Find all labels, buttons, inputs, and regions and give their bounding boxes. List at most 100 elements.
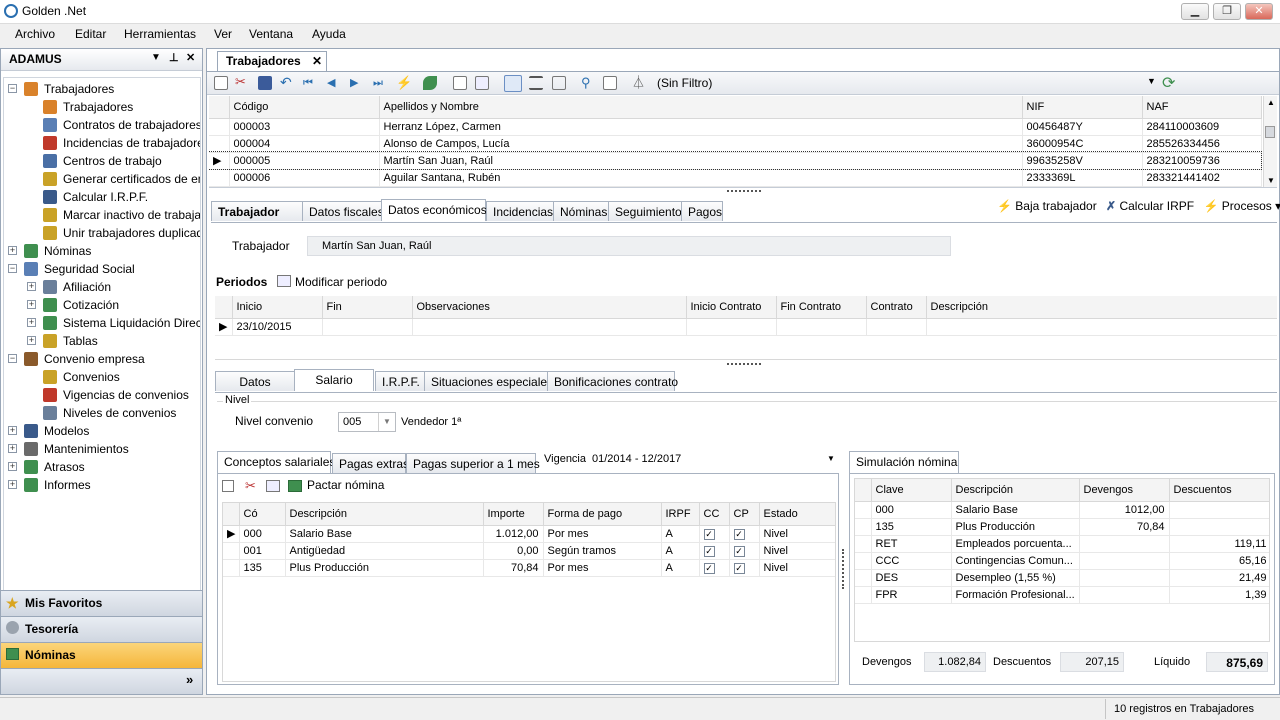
tab-simulacion-nomina[interactable]: Simulación nómina [849,451,959,473]
cell-importe[interactable]: 70,84 [483,559,544,577]
cell-descripcion[interactable] [926,318,1277,336]
column-header-cp[interactable]: CP [729,503,760,526]
cell-nombre[interactable]: Martín San Juan, Raúl [379,152,1023,170]
tab-datos-economicos[interactable]: Datos económicos [381,199,487,221]
table-row[interactable]: 001 Antigüedad 0,00 Según tramos A ✓ ✓ Nivel [223,542,835,560]
cut-icon[interactable]: ✂ [245,478,256,494]
column-header-descuentos[interactable]: Descuentos [1169,479,1269,502]
cell-descripcion[interactable]: Desempleo (1,55 %) [951,569,1080,587]
tree-item[interactable]: Marcar inactivo de trabajado [4,206,200,224]
undo-icon[interactable]: ↶ [280,75,294,90]
tab-pagos[interactable]: Pagos [681,201,723,221]
column-header-descripcion[interactable]: Descripción [951,479,1080,502]
cell-descuentos[interactable]: 21,49 [1169,569,1269,587]
tree-item[interactable]: + Tablas [4,332,200,350]
tree-item[interactable]: Unir trabajadores duplicados [4,224,200,242]
table-row[interactable]: 000 Salario Base 1012,00 [855,501,1269,519]
column-header-inicio-contrato[interactable]: Inicio Contrato [686,296,777,319]
cell-irpf[interactable]: A [661,525,700,543]
table-row[interactable]: CCC Contingencias Comun... 65,16 [855,552,1269,570]
column-header-nif[interactable]: NIF [1022,96,1143,119]
cell-descripcion[interactable]: Antigüedad [285,542,484,560]
table-row[interactable]: RET Empleados porcuenta... 119,11 [855,535,1269,553]
nav-mis-favoritos[interactable]: ★ Mis Favoritos [1,590,202,616]
print-preview-icon[interactable] [453,76,467,90]
tree-item[interactable]: Calcular I.R.P.F. [4,188,200,206]
cp-checkbox[interactable]: ✓ [733,528,745,540]
scroll-down-icon[interactable]: ▼ [1267,176,1275,185]
previous-record-icon[interactable]: ◀ [327,76,341,90]
tree-item[interactable]: Convenios [4,368,200,386]
tree-item[interactable]: Niveles de convenios [4,404,200,422]
filter-options-icon[interactable] [603,76,617,90]
search-icon[interactable]: ⚲ [581,76,595,90]
pactar-nomina-button[interactable]: Pactar nómina [307,478,384,492]
chevron-down-icon[interactable]: ▼ [151,52,161,63]
cell-forma-pago[interactable]: Por mes [543,559,662,577]
tab-pagas-superior[interactable]: Pagas superior a 1 mes [406,453,540,473]
save-icon[interactable] [258,76,272,90]
expand-icon[interactable]: + [8,246,17,255]
cell-irpf[interactable]: A [661,542,700,560]
cell-descripcion[interactable]: Salario Base [285,525,484,543]
procesos-menu-button[interactable]: Procesos ▾ [1222,199,1280,213]
tree-item[interactable]: Incidencias de trabajadores [4,134,200,152]
column-header-inicio[interactable]: Inicio [232,296,323,319]
tree-item[interactable]: Centros de trabajo [4,152,200,170]
column-header-irpf[interactable]: IRPF [661,503,700,526]
cell-nif[interactable]: 36000954C [1022,135,1143,153]
table-row[interactable]: 135 Plus Producción 70,84 [855,518,1269,536]
new-concept-icon[interactable] [222,480,234,492]
last-record-icon[interactable]: ⏭ [373,76,387,90]
scroll-up-icon[interactable]: ▲ [1267,98,1275,107]
cell-naf[interactable]: 285526334456 [1142,135,1262,153]
tree-item[interactable]: − Convenio empresa [4,350,200,368]
table-row[interactable]: ▶ 23/10/2015 [215,318,1277,336]
tab-conceptos-salariales[interactable]: Conceptos salariales [217,451,335,473]
tab-nominas[interactable]: Nóminas [553,201,609,221]
cell-codigo[interactable]: 000005 [229,152,380,170]
table-row[interactable]: 000006 Aguilar Santana, Rubén 2333369L 2833… [209,169,1262,187]
tree-item[interactable]: Trabajadores [4,98,200,116]
cell-importe[interactable]: 0,00 [483,542,544,560]
tree-item[interactable]: − Seguridad Social [4,260,200,278]
nav-nominas[interactable]: Nóminas [1,642,202,668]
tab-incidencias[interactable]: Incidencias [486,201,554,221]
copy-icon[interactable] [475,76,489,90]
column-header-importe[interactable]: Importe [483,503,544,526]
column-header-devengos[interactable]: Devengos [1079,479,1170,502]
column-header-descripcion[interactable]: Descripción [285,503,484,526]
tree-item[interactable]: + Nóminas [4,242,200,260]
menu-editar[interactable]: Editar [75,27,106,41]
menu-herramientas[interactable]: Herramientas [124,27,196,41]
tab-pagas-extras[interactable]: Pagas extras [332,453,409,473]
cell-forma-pago[interactable]: Por mes [543,525,662,543]
cell-devengos[interactable]: 1012,00 [1079,501,1170,519]
expand-icon[interactable]: + [8,462,17,471]
cell-nombre[interactable]: Herranz López, Carmen [379,118,1023,136]
cc-checkbox[interactable]: ✓ [703,545,715,557]
nav-tesoreria[interactable]: Tesorería [1,616,202,642]
cell-estado[interactable]: Nivel [759,525,835,543]
cell-descuentos[interactable]: 1,39 [1169,586,1269,604]
refresh-icon[interactable]: ⟳ [1162,73,1175,93]
tree-item[interactable]: − Trabajadores [4,80,200,98]
menu-archivo[interactable]: Archivo [15,27,55,41]
cc-checkbox[interactable]: ✓ [703,528,715,540]
trabajador-field[interactable]: Martín San Juan, Raúl [307,236,951,256]
cell-descripcion[interactable]: Formación Profesional... [951,586,1080,604]
calcular-irpf-button[interactable]: Calcular IRPF [1119,199,1194,213]
vigencia-dropdown-icon[interactable]: ▼ [827,454,835,463]
tab-situaciones-especiales[interactable]: Situaciones especiales [424,371,553,391]
filter-status[interactable]: (Sin Filtro) [657,76,712,90]
tree-item[interactable]: + Afiliación [4,278,200,296]
close-icon[interactable]: ✕ [186,51,195,64]
expand-icon[interactable]: + [27,336,36,345]
expand-icon[interactable]: + [27,300,36,309]
cell-descuentos[interactable]: 119,11 [1169,535,1269,553]
chevron-down-icon[interactable]: ▼ [378,413,395,431]
folder-icon[interactable] [552,76,566,90]
column-header-fin[interactable]: Fin [322,296,413,319]
table-row[interactable]: ▶ 000005 Martín San Juan, Raúl 99635258V 283… [209,151,1262,170]
tab-trabajador[interactable]: Trabajador [211,201,303,221]
